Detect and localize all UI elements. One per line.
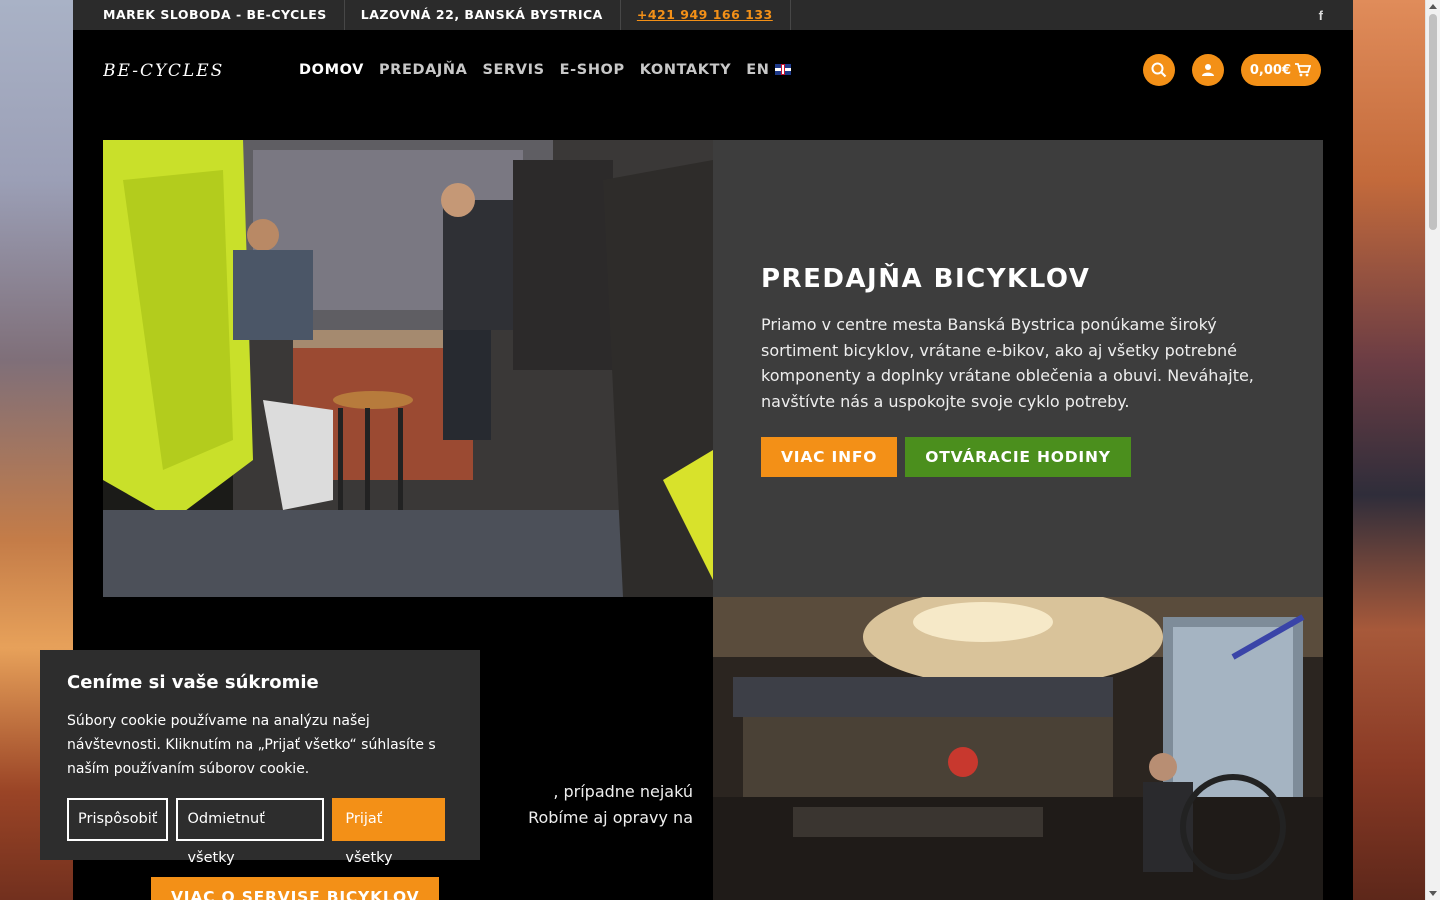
- user-icon: [1201, 64, 1214, 76]
- store-photo: [103, 140, 713, 597]
- nav-eshop[interactable]: E-SHOP: [560, 62, 625, 78]
- store-address: LAZOVNÁ 22, BANSKÁ BYSTRICA: [361, 0, 621, 30]
- main-header: BE-CYCLES DOMOV PREDAJŇA SERVIS E-SHOP K…: [73, 30, 1353, 110]
- nav-servis[interactable]: SERVIS: [482, 62, 544, 78]
- account-button[interactable]: [1191, 54, 1224, 86]
- nav-predajna[interactable]: PREDAJŇA: [379, 62, 468, 78]
- cookie-reject-button[interactable]: Odmietnuť všetky: [176, 798, 325, 866]
- search-button[interactable]: [1142, 54, 1175, 86]
- store-info-panel: PREDAJŇA BICYKLOV Priamo v centre mesta …: [713, 140, 1323, 597]
- nav-domov[interactable]: DOMOV: [299, 62, 364, 78]
- cookie-consent-dialog: Ceníme si vaše súkromie Súbory cookie po…: [40, 650, 480, 866]
- cart-icon: [1295, 63, 1311, 77]
- nav-kontakty[interactable]: KONTAKTY: [640, 62, 731, 78]
- service-more-button[interactable]: VIAC O SERVISE BICYKLOV: [151, 877, 440, 900]
- language-label: EN: [746, 62, 770, 78]
- store-section: PREDAJŇA BICYKLOV Priamo v centre mesta …: [103, 140, 1323, 597]
- nav-language[interactable]: EN: [746, 62, 792, 78]
- cookie-customize-button[interactable]: Prispôsobiť: [67, 798, 169, 841]
- store-description: Priamo v centre mesta Banská Bystrica po…: [761, 315, 1254, 412]
- cookie-buttons: Prispôsobiť Odmietnuť všetky Prijať všet…: [67, 798, 453, 866]
- logo-text: BE-CYCLES: [103, 61, 224, 80]
- owner-name: MAREK SLOBODA - BE-CYCLES: [103, 0, 345, 30]
- uk-flag-icon: [775, 64, 792, 75]
- cookie-text: Súbory cookie používame na analýzu našej…: [67, 713, 436, 777]
- cookie-accept-button[interactable]: Prijať všetky: [332, 798, 445, 866]
- cookie-title: Ceníme si vaše súkromie: [67, 672, 319, 693]
- site-logo[interactable]: BE-CYCLES: [103, 60, 269, 80]
- cart-button[interactable]: 0,00€: [1240, 54, 1321, 86]
- facebook-icon[interactable]: f: [1319, 8, 1323, 23]
- more-info-button[interactable]: VIAC INFO: [761, 436, 898, 477]
- scrollbar-thumb[interactable]: [1429, 14, 1437, 230]
- scroll-up-arrow-icon[interactable]: [1429, 4, 1437, 9]
- workshop-photo: [713, 597, 1323, 900]
- top-bar: MAREK SLOBODA - BE-CYCLES LAZOVNÁ 22, BA…: [73, 0, 1353, 30]
- main-nav: DOMOV PREDAJŇA SERVIS E-SHOP KONTAKTY EN: [299, 62, 806, 78]
- opening-hours-button[interactable]: OTVÁRACIE HODINY: [905, 436, 1131, 477]
- search-icon: [1151, 62, 1167, 78]
- scroll-down-arrow-icon[interactable]: [1429, 891, 1437, 896]
- store-title: PREDAJŇA BICYKLOV: [761, 264, 1091, 294]
- page-scrollbar[interactable]: [1425, 0, 1440, 900]
- phone-link[interactable]: +421 949 166 133: [637, 7, 773, 22]
- cart-total: 0,00€: [1249, 62, 1291, 78]
